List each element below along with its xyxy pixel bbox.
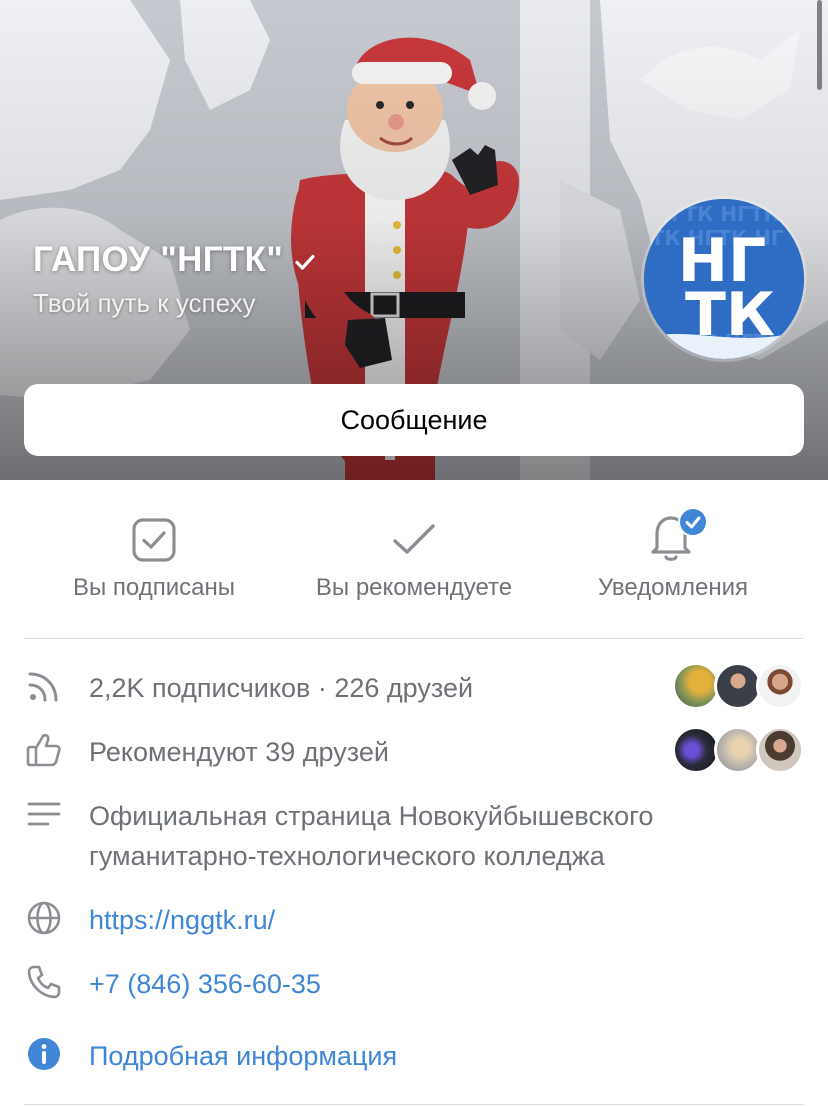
friend-avatar: [672, 662, 720, 710]
phone-link[interactable]: +7 (846) 356-60-35: [89, 964, 321, 1004]
recommend-label: Вы рекомендуете: [315, 574, 513, 601]
recommends-text: Рекомендуют 39 друзей: [89, 737, 389, 767]
subscribed-label: Вы подписаны: [73, 574, 235, 601]
friend-avatar: [672, 726, 720, 774]
phone-row[interactable]: +7 (846) 356-60-35: [24, 964, 804, 1004]
friend-avatar: [714, 726, 762, 774]
website-row[interactable]: https://nggtk.ru/: [24, 900, 804, 940]
group-status: Твой путь к успеху: [33, 288, 256, 318]
notifications-action[interactable]: Уведомления: [570, 480, 776, 602]
cover-image: ГАПОУ "НГТК" Твой путь к успеху НГТК НГТ…: [0, 0, 828, 480]
scrollbar[interactable]: [817, 0, 822, 90]
notifications-label: Уведомления: [597, 574, 749, 601]
globe-icon: [27, 901, 61, 935]
website-link[interactable]: https://nggtk.ru/: [89, 900, 275, 940]
phone-icon: [27, 965, 61, 999]
description-line-2: гуманитарно-технологического колледжа: [89, 841, 605, 871]
text-lines-icon: [27, 802, 61, 826]
verified-checkmark-icon: [295, 254, 315, 270]
recommending-friends-avatars[interactable]: [672, 726, 804, 774]
subscribers-text: 2,2K подписчиков · 226 друзей: [89, 673, 474, 703]
friend-avatar: [714, 662, 762, 710]
rss-icon: [28, 672, 58, 702]
checked-square-icon: [132, 518, 176, 562]
recommend-action[interactable]: Вы рекомендуете: [290, 480, 538, 602]
details-link[interactable]: Подробная информация: [89, 1036, 397, 1076]
description-line-1: Официальная страница Новокуйбышевского: [89, 801, 654, 831]
message-button[interactable]: Сообщение: [24, 384, 804, 456]
details-row[interactable]: Подробная информация: [24, 1036, 804, 1076]
group-avatar[interactable]: НГТК НГТК ГТК НГТК НГ НГТК НГТК НГ ТК: [644, 199, 804, 359]
friend-avatar: [756, 726, 804, 774]
subscribed-action[interactable]: Вы подписаны: [40, 480, 268, 602]
bottom-divider: [24, 1104, 804, 1105]
description-row: Официальная страница Новокуйбышевского г…: [24, 796, 804, 876]
title-row: ГАПОУ "НГТК": [33, 240, 317, 280]
recommends-row[interactable]: Рекомендуют 39 друзей: [24, 726, 804, 774]
checkmark-icon: [393, 524, 435, 554]
divider: [24, 638, 804, 639]
group-title: ГАПОУ "НГТК": [33, 240, 284, 279]
action-row: Вы подписаны Вы рекомендуете Уведомления: [0, 480, 828, 638]
subscribers-row[interactable]: 2,2K подписчиков · 226 друзей: [24, 662, 804, 710]
subscriber-friends-avatars[interactable]: [672, 662, 804, 710]
avatar-logo: НГТК НГТК ГТК НГТК НГ НГТК НГТК НГ ТК: [644, 199, 804, 359]
friend-avatar: [756, 662, 804, 710]
info-icon: [28, 1038, 60, 1070]
description-text: Официальная страница Новокуйбышевского г…: [89, 796, 653, 876]
thumbs-up-icon: [26, 733, 61, 767]
bell-check-icon: [651, 507, 708, 561]
